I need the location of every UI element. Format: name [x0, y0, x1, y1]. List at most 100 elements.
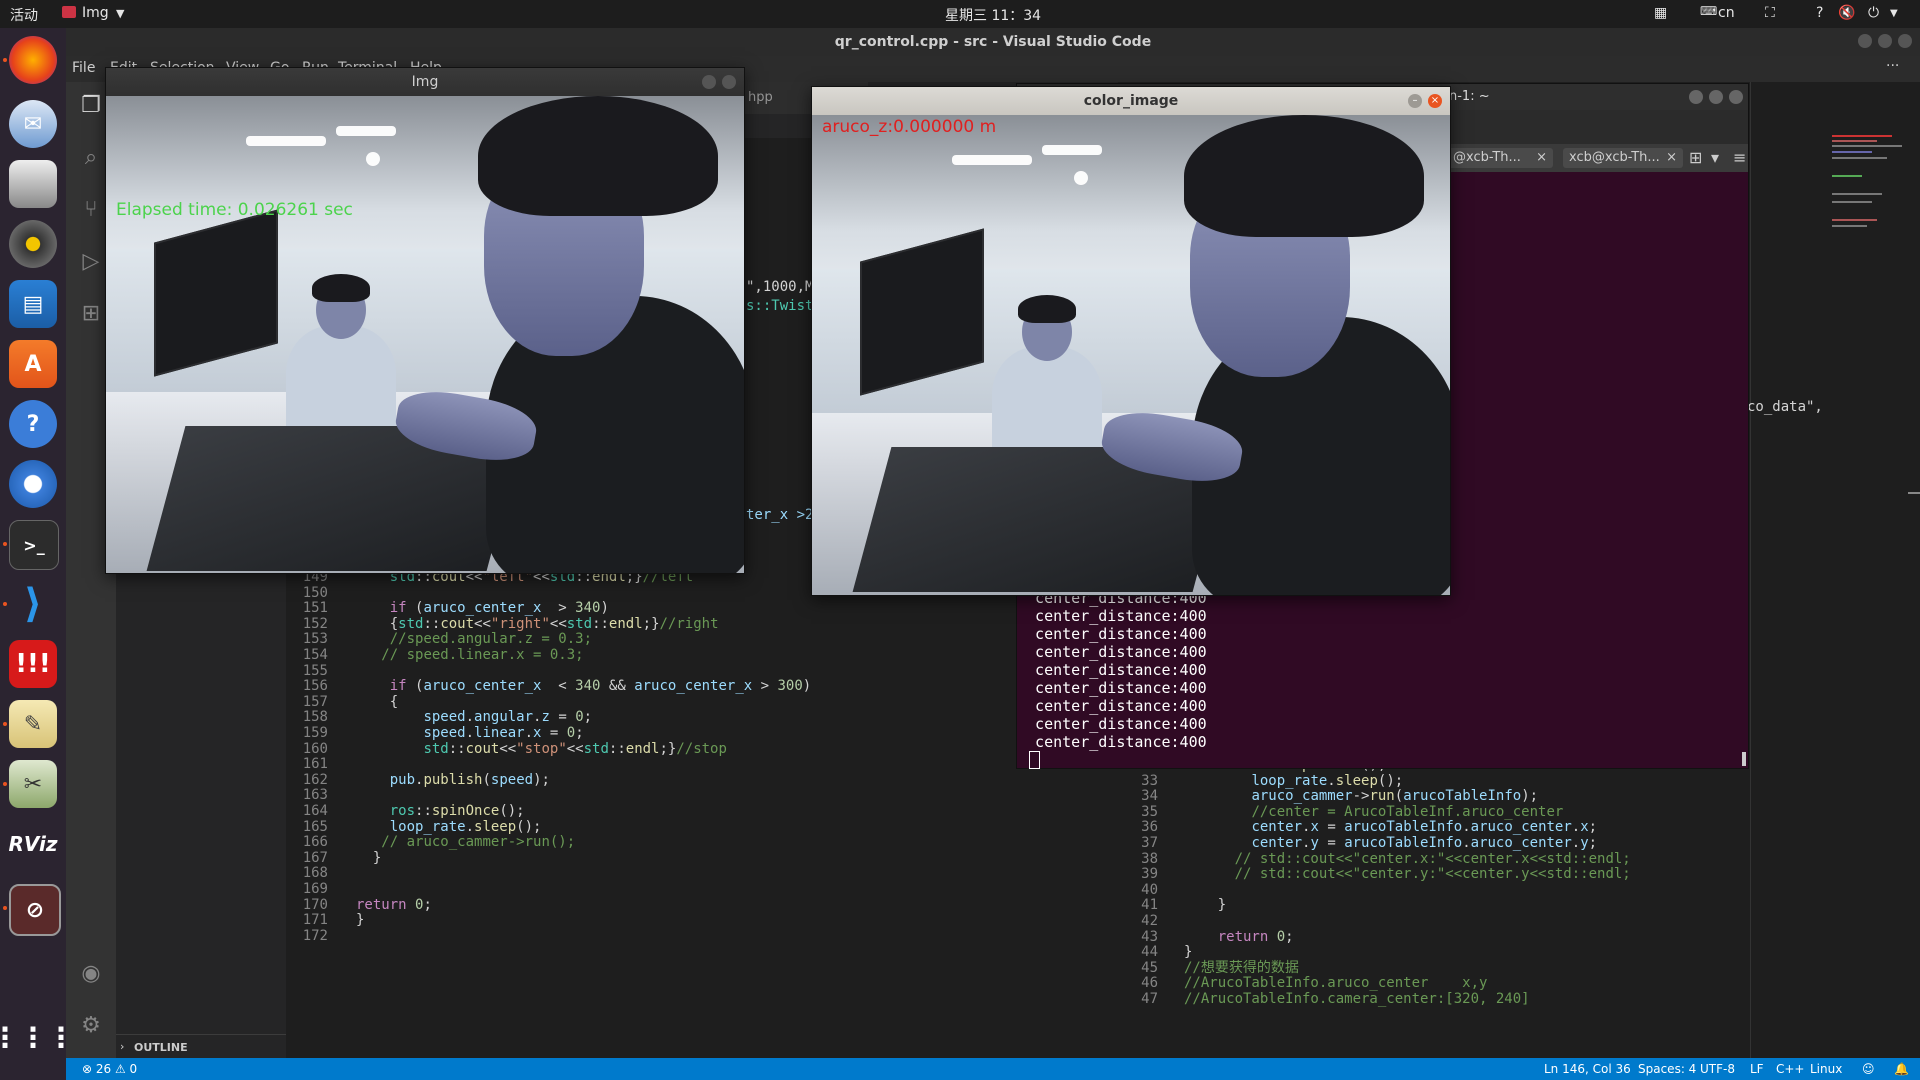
minimap-line	[1832, 157, 1887, 159]
menu-file[interactable]: File	[72, 60, 95, 76]
os-indicator[interactable]: Linux	[1810, 1062, 1842, 1076]
close-tab-icon[interactable]: ×	[1536, 148, 1547, 168]
line-number: 47	[1141, 991, 1158, 1007]
new-tab-icon[interactable]: ⊞	[1689, 148, 1702, 167]
feedback-icon[interactable]: ☺	[1862, 1062, 1875, 1076]
maximize-button[interactable]	[1709, 90, 1723, 104]
terminal-cursor	[1029, 751, 1040, 769]
close-button[interactable]	[1729, 90, 1743, 104]
camera-image: Elapsed time: 0.026261 sec	[106, 96, 744, 573]
line-endings[interactable]: LF	[1750, 1062, 1764, 1076]
terminal-icon[interactable]: >_	[9, 520, 59, 570]
app-menu[interactable]: Img	[82, 5, 109, 21]
terminal-output[interactable]: center_distance:400 center_distance:400 …	[1017, 589, 1207, 751]
activities-button[interactable]: 活动	[10, 5, 38, 25]
code-line[interactable]: //ArucoTableInfo.camera_center:[320, 240…	[1184, 990, 1530, 1009]
bell-icon[interactable]: 🔔	[1894, 1062, 1909, 1076]
background-hair	[312, 274, 370, 302]
software-center-icon[interactable]: A	[9, 340, 57, 388]
gear-icon[interactable]: ⚙	[77, 1012, 105, 1040]
language-mode[interactable]: C++	[1776, 1062, 1805, 1076]
code-line[interactable]: // aruco_cammer->run();	[356, 833, 575, 852]
scroll-marker	[1908, 492, 1920, 494]
text-editor-icon[interactable]: ✎	[9, 700, 57, 748]
close-button[interactable]	[1898, 34, 1912, 48]
minimize-button[interactable]	[1858, 34, 1872, 48]
code-line[interactable]: return 0;	[356, 896, 432, 915]
cursor-position[interactable]: Ln 146, Col 36	[1544, 1062, 1631, 1076]
chevron-right-icon[interactable]: ›	[120, 1040, 124, 1053]
opencv-window-icon[interactable]: ⊘	[9, 884, 61, 936]
color-image-window[interactable]: color_image – × aruco_z:0.000000 m	[811, 86, 1451, 596]
outline-section[interactable]: OUTLINE	[134, 1041, 188, 1054]
maximize-button[interactable]	[1878, 34, 1892, 48]
elapsed-time-overlay: Elapsed time: 0.026261 sec	[116, 200, 353, 220]
code-line[interactable]: }	[356, 849, 381, 868]
more-actions-icon[interactable]: ···	[1886, 58, 1899, 74]
indentation[interactable]: Spaces: 4	[1638, 1062, 1696, 1076]
terminal-tab-2[interactable]: xcb@xcb-Th... ×	[1563, 148, 1683, 168]
source-control-icon[interactable]: ⑂	[77, 196, 105, 224]
foreground-hair	[478, 96, 718, 216]
hamburger-icon[interactable]: ≡	[1733, 148, 1746, 167]
minimize-button[interactable]: –	[1408, 94, 1422, 108]
aruco-z-overlay: aruco_z:0.000000 m	[822, 117, 997, 137]
system-menu-chevron-icon[interactable]: ▼	[1890, 8, 1898, 19]
volume-icon[interactable]: 🔇	[1838, 5, 1855, 21]
keyboard-icon[interactable]: ⌨	[1700, 4, 1717, 18]
image-viewer-icon[interactable]: ✂	[9, 760, 57, 808]
files-icon[interactable]	[9, 160, 57, 208]
code-line[interactable]: pub.publish(speed);	[356, 771, 550, 790]
minimize-button[interactable]	[702, 75, 716, 89]
search-icon[interactable]: ⌕	[77, 144, 105, 172]
color-image-titlebar[interactable]: color_image	[812, 87, 1450, 115]
top-bar: 活动 Img ▼ 星期三 11：34 ▦ ⌨ cn ⛶ ? 🔇 ⏻ ▼	[0, 0, 1920, 28]
chevron-down-icon[interactable]: ▼	[116, 7, 124, 20]
tabs-menu-icon[interactable]: ▾	[1711, 148, 1719, 167]
input-method[interactable]: cn	[1718, 5, 1735, 21]
close-tab-icon[interactable]: ×	[1666, 148, 1677, 168]
layout-icon[interactable]: ▦	[1654, 5, 1667, 21]
partial-code-line: s::Twist	[746, 298, 814, 314]
help-icon[interactable]: ?	[1816, 5, 1823, 21]
tab-label: @xcb-Th...	[1453, 150, 1521, 165]
accessibility-icon[interactable]: ⛶	[1765, 5, 1775, 21]
code-line[interactable]: std::cout<<"stop"<<std::endl;}//stop	[356, 740, 726, 759]
encoding[interactable]: UTF-8	[1700, 1062, 1735, 1076]
minimap-line	[1832, 151, 1872, 153]
status-bar: ⊗ 26 ⚠ 0 Ln 146, Col 36 Spaces: 4 UTF-8 …	[66, 1058, 1920, 1080]
writer-icon[interactable]: ▤	[9, 280, 57, 328]
code-line[interactable]: // speed.linear.x = 0.3;	[356, 646, 583, 665]
explorer-icon[interactable]: ❐	[77, 92, 105, 120]
problems-indicator[interactable]: ⊗ 26 ⚠ 0	[82, 1062, 137, 1076]
minimize-button[interactable]	[1689, 90, 1703, 104]
img-window[interactable]: Img Elapsed time: 0.026261 sec	[105, 67, 745, 574]
running-indicator	[3, 722, 7, 726]
scrollbar[interactable]	[1742, 752, 1746, 766]
show-apps-icon[interactable]: ⋮⋮⋮	[0, 1013, 75, 1061]
power-icon[interactable]: ⏻	[1868, 5, 1879, 21]
terminal-tab-1[interactable]: @xcb-Th... ×	[1447, 148, 1553, 168]
close-button[interactable]	[722, 75, 736, 89]
firefox-icon[interactable]	[9, 36, 57, 84]
minimap[interactable]	[1832, 135, 1912, 255]
clock[interactable]: 星期三 11：34	[945, 5, 1041, 25]
account-icon[interactable]: ◉	[77, 960, 105, 988]
rhythmbox-icon[interactable]	[9, 220, 57, 268]
chromium-icon[interactable]	[9, 460, 57, 508]
code-line[interactable]: }	[356, 911, 364, 930]
help-app-icon[interactable]: ?	[9, 400, 57, 448]
code-line[interactable]: // std::cout<<"center.y:"<<center.y<<std…	[1184, 865, 1631, 884]
img-titlebar[interactable]: Img	[106, 68, 744, 96]
code-line[interactable]: }	[1184, 896, 1226, 915]
thunderbird-icon[interactable]: ✉	[9, 100, 57, 148]
run-debug-icon[interactable]: ▷	[77, 248, 105, 276]
close-button[interactable]: ×	[1428, 94, 1442, 108]
code-line[interactable]: if (aruco_center_x < 340 && aruco_center…	[356, 677, 812, 696]
rviz-icon[interactable]: RViz	[8, 820, 57, 868]
vscode-icon[interactable]: ⟩	[9, 580, 57, 628]
extensions-icon[interactable]: ⊞	[77, 300, 105, 328]
code-line[interactable]: return 0;	[1184, 928, 1294, 947]
terminal-title: n-1: ~	[1449, 89, 1490, 104]
matlab-icon[interactable]: !!!	[9, 640, 57, 688]
